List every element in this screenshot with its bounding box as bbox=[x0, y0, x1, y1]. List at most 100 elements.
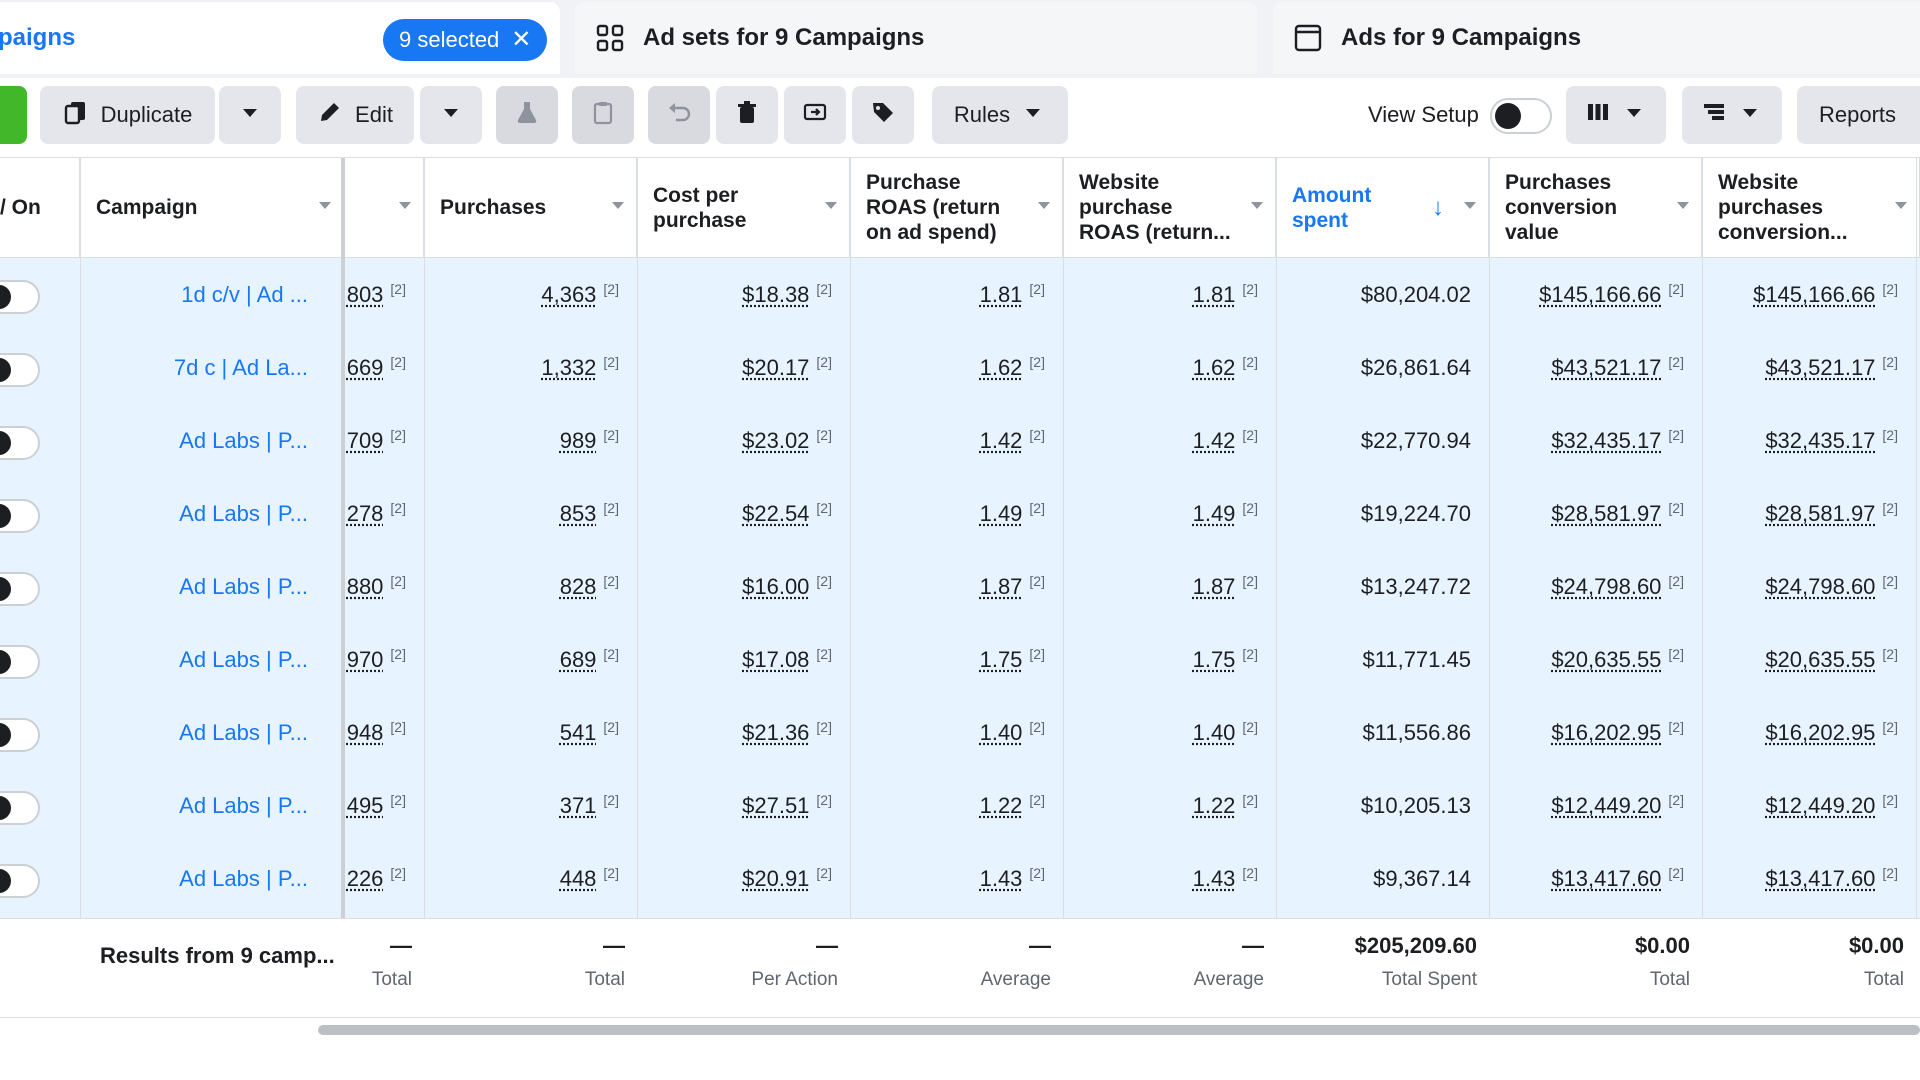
sort-descending-icon[interactable]: ↓ bbox=[1432, 195, 1444, 220]
footnote-marker[interactable]: [2] bbox=[816, 573, 832, 589]
footnote-marker[interactable]: [2] bbox=[1668, 719, 1684, 735]
footnote-marker[interactable]: [2] bbox=[816, 865, 832, 881]
cell-value[interactable]: $24,798.60 bbox=[1551, 574, 1661, 600]
campaign-toggle[interactable] bbox=[0, 864, 40, 898]
footnote-marker[interactable]: [2] bbox=[390, 792, 406, 808]
header-results[interactable] bbox=[344, 158, 424, 258]
footnote-marker[interactable]: [2] bbox=[1242, 427, 1258, 443]
footnote-marker[interactable]: [2] bbox=[1668, 427, 1684, 443]
campaign-name-link[interactable]: Ad Labs | P... bbox=[80, 477, 344, 550]
footnote-marker[interactable]: [2] bbox=[390, 719, 406, 735]
campaign-toggle[interactable] bbox=[0, 499, 40, 533]
cell-value[interactable]: 1.22 bbox=[980, 793, 1023, 819]
cell-value[interactable]: $13,417.60 bbox=[1551, 866, 1661, 892]
cell-value[interactable]: $28,581.97 bbox=[1765, 501, 1875, 527]
cell-value[interactable]: 803 bbox=[347, 282, 384, 308]
reports-button[interactable]: Reports bbox=[1797, 86, 1920, 144]
cell-value[interactable]: $12,449.20 bbox=[1551, 793, 1661, 819]
footnote-marker[interactable]: [2] bbox=[1668, 500, 1684, 516]
footnote-marker[interactable]: [2] bbox=[1668, 354, 1684, 370]
cell-value[interactable]: 1.43 bbox=[980, 866, 1023, 892]
table-row[interactable]: 1d c/v | Ad ... 803 [2] 4,363 [2] $18.38 [2] 1.… bbox=[0, 258, 1920, 331]
campaign-toggle[interactable] bbox=[0, 791, 40, 825]
footnote-marker[interactable]: [2] bbox=[390, 646, 406, 662]
cell-value[interactable]: 226 bbox=[347, 866, 384, 892]
cell-value[interactable]: 689 bbox=[560, 647, 597, 673]
footnote-marker[interactable]: [2] bbox=[1882, 573, 1898, 589]
columns-button[interactable] bbox=[1566, 86, 1666, 144]
duplicate-dropdown-button[interactable] bbox=[219, 86, 281, 144]
cell-value[interactable]: 371 bbox=[560, 793, 597, 819]
footnote-marker[interactable]: [2] bbox=[1029, 573, 1045, 589]
cell-value[interactable]: 1.49 bbox=[980, 501, 1023, 527]
footnote-marker[interactable]: [2] bbox=[1029, 427, 1045, 443]
footnote-marker[interactable]: [2] bbox=[1668, 281, 1684, 297]
footnote-marker[interactable]: [2] bbox=[603, 646, 619, 662]
cell-value[interactable]: 1.49 bbox=[1193, 501, 1236, 527]
header-website-roas[interactable]: Website purchase ROAS (return... bbox=[1063, 158, 1276, 258]
cell-value[interactable]: $20,635.55 bbox=[1765, 647, 1875, 673]
footnote-marker[interactable]: [2] bbox=[390, 865, 406, 881]
cell-value[interactable]: 880 bbox=[347, 574, 384, 600]
footnote-marker[interactable]: [2] bbox=[1882, 865, 1898, 881]
clipboard-button[interactable] bbox=[572, 86, 634, 144]
footnote-marker[interactable]: [2] bbox=[603, 281, 619, 297]
campaign-toggle[interactable] bbox=[0, 572, 40, 606]
tag-button[interactable] bbox=[852, 86, 914, 144]
cell-value[interactable]: 1.43 bbox=[1193, 866, 1236, 892]
footnote-marker[interactable]: [2] bbox=[1882, 719, 1898, 735]
campaign-name-link[interactable]: Ad Labs | P... bbox=[80, 842, 344, 915]
delete-button[interactable] bbox=[716, 86, 778, 144]
footnote-marker[interactable]: [2] bbox=[1029, 719, 1045, 735]
duplicate-button[interactable]: Duplicate bbox=[40, 86, 215, 144]
footnote-marker[interactable]: [2] bbox=[816, 792, 832, 808]
header-purchases[interactable]: Purchases bbox=[424, 158, 637, 258]
edit-button[interactable]: Edit bbox=[296, 86, 414, 144]
cell-value[interactable]: 1.62 bbox=[1193, 355, 1236, 381]
footnote-marker[interactable]: [2] bbox=[1882, 427, 1898, 443]
footnote-marker[interactable]: [2] bbox=[1668, 865, 1684, 881]
cell-value[interactable]: $20.17 bbox=[742, 355, 809, 381]
cell-value[interactable]: $32,435.17 bbox=[1765, 428, 1875, 454]
campaign-name-link[interactable]: Ad Labs | P... bbox=[80, 550, 344, 623]
cell-value[interactable]: 709 bbox=[347, 428, 384, 454]
table-row[interactable]: 7d c | Ad La... 669 [2] 1,332 [2] $20.17 [2] 1.… bbox=[0, 331, 1920, 404]
cell-value[interactable]: 828 bbox=[560, 574, 597, 600]
cell-value[interactable]: 1.42 bbox=[980, 428, 1023, 454]
footnote-marker[interactable]: [2] bbox=[816, 500, 832, 516]
cell-value[interactable]: $16.00 bbox=[742, 574, 809, 600]
cell-value[interactable]: $43,521.17 bbox=[1765, 355, 1875, 381]
header-on-off[interactable]: / On bbox=[0, 158, 80, 258]
footnote-marker[interactable]: [2] bbox=[390, 573, 406, 589]
table-row[interactable]: Ad Labs | P... 880 [2] 828 [2] $16.00 [2] 1.87 [… bbox=[0, 550, 1920, 623]
cell-value[interactable]: 541 bbox=[560, 720, 597, 746]
cell-value[interactable]: 1,332 bbox=[541, 355, 596, 381]
clear-selection-icon[interactable]: ✕ bbox=[511, 28, 531, 52]
create-button[interactable] bbox=[0, 86, 27, 144]
breakdown-button[interactable] bbox=[1682, 86, 1782, 144]
cell-value[interactable]: 448 bbox=[560, 866, 597, 892]
footnote-marker[interactable]: [2] bbox=[816, 281, 832, 297]
cell-value[interactable]: $24,798.60 bbox=[1765, 574, 1875, 600]
column-menu-icon[interactable] bbox=[1895, 202, 1907, 209]
cell-value[interactable]: 1.81 bbox=[1193, 282, 1236, 308]
column-menu-icon[interactable] bbox=[399, 202, 411, 209]
cell-value[interactable]: $32,435.17 bbox=[1551, 428, 1661, 454]
cell-value[interactable]: $16,202.95 bbox=[1551, 720, 1661, 746]
cell-value[interactable]: $22.54 bbox=[742, 501, 809, 527]
table-row[interactable]: Ad Labs | P... 709 [2] 989 [2] $23.02 [2] 1.42 [… bbox=[0, 404, 1920, 477]
footnote-marker[interactable]: [2] bbox=[1029, 500, 1045, 516]
footnote-marker[interactable]: [2] bbox=[1242, 865, 1258, 881]
cell-value[interactable]: 1.22 bbox=[1193, 793, 1236, 819]
header-conversion-value[interactable]: Purchases conversion value bbox=[1489, 158, 1702, 258]
footnote-marker[interactable]: [2] bbox=[390, 427, 406, 443]
footnote-marker[interactable]: [2] bbox=[1029, 865, 1045, 881]
footnote-marker[interactable]: [2] bbox=[1029, 792, 1045, 808]
footnote-marker[interactable]: [2] bbox=[1242, 646, 1258, 662]
cell-value[interactable]: $21.36 bbox=[742, 720, 809, 746]
footnote-marker[interactable]: [2] bbox=[1882, 354, 1898, 370]
cell-value[interactable]: $12,449.20 bbox=[1765, 793, 1875, 819]
footnote-marker[interactable]: [2] bbox=[1242, 792, 1258, 808]
campaign-name-link[interactable]: Ad Labs | P... bbox=[80, 623, 344, 696]
cell-value[interactable]: 1.87 bbox=[1193, 574, 1236, 600]
